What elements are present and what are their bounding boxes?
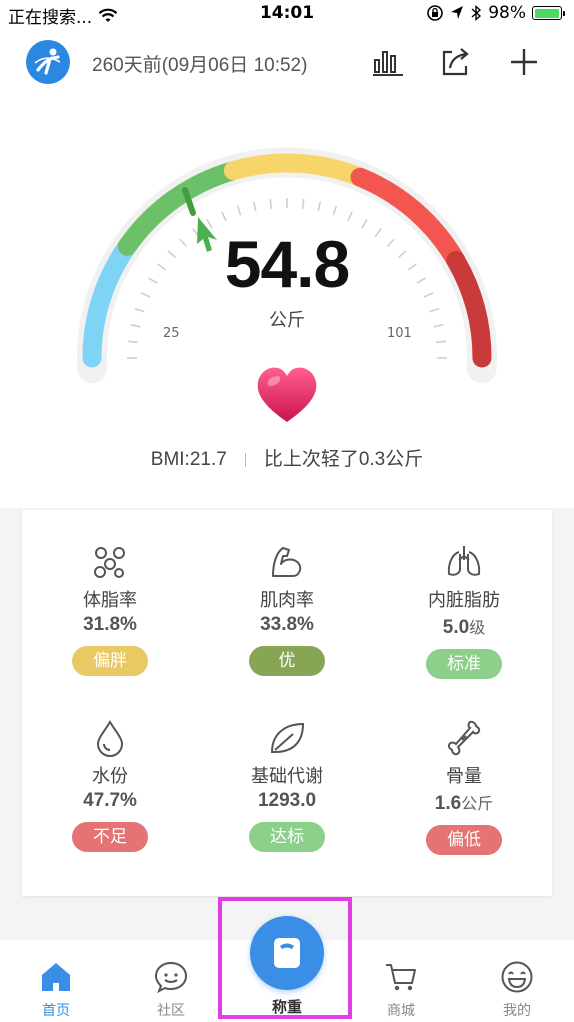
metric-value: 5.0级 [376, 614, 552, 639]
metric-unit: 级 [469, 620, 486, 637]
battery-fill [534, 8, 559, 18]
metric-label: 水份 [92, 766, 128, 787]
runner-logo-icon [34, 48, 61, 75]
gauge-tick [332, 205, 338, 216]
metric-body-fat[interactable]: 体脂率 31.8% 偏胖 [22, 542, 198, 676]
tab-label: 商城 [387, 1003, 415, 1019]
metric-status-badge: 不足 [72, 822, 148, 852]
highlight-box [218, 897, 352, 1019]
battery-icon [532, 6, 565, 20]
metric-number: 33.8% [260, 614, 314, 635]
battery-percent: 98% [488, 3, 526, 23]
gauge-tick [221, 211, 227, 222]
gauge-tick [301, 198, 305, 209]
metric-label: 体脂率 [83, 590, 137, 611]
gauge-range-min: 25 [163, 326, 180, 341]
status-bar: 正在搜索... 14:01 98% [0, 0, 574, 28]
rotation-lock-icon [427, 5, 444, 21]
metric-value: 1.6公斤 [376, 790, 552, 815]
body-metrics-card: 体脂率 31.8% 偏胖 肌肉率 33.8% 优 内脏脂肪 5.0级 标准 水份… [22, 510, 552, 896]
gauge-tick [317, 201, 322, 212]
tab-label: 社区 [157, 1003, 185, 1019]
gauge-tick [127, 340, 138, 344]
weight-panel: 260天前(09月06日 10:52) 54.8 公斤 25 101 BMI:2… [0, 28, 574, 508]
bmi-separator [244, 452, 246, 467]
water-drop-icon [96, 720, 124, 757]
tab-shop[interactable]: 商城 [361, 960, 441, 1020]
gauge-tick [436, 340, 447, 344]
chart-icon[interactable] [370, 44, 406, 80]
gauge-tick [347, 211, 353, 222]
metric-muscle[interactable]: 肌肉率 33.8% 优 [199, 542, 375, 676]
weight-value: 54.8 [224, 227, 350, 301]
muscle-icon [272, 547, 302, 577]
home-icon [42, 963, 70, 991]
header: 260天前(09月06日 10:52) [0, 38, 574, 88]
metric-number: 31.8% [83, 614, 137, 635]
tab-home[interactable]: 首页 [16, 960, 96, 1020]
last-measure-date: 260天前(09月06日 10:52) [92, 55, 308, 76]
app-logo-icon[interactable] [26, 40, 70, 84]
metric-value: 47.7% [22, 790, 198, 812]
chat-bubble-icon [154, 961, 188, 994]
metric-number: 5.0 [442, 617, 470, 638]
metric-number: 47.7% [83, 790, 137, 811]
tab-profile[interactable]: 我的 [477, 960, 557, 1020]
metric-label: 基础代谢 [251, 766, 323, 787]
metric-visceral-fat[interactable]: 内脏脂肪 5.0级 标准 [376, 542, 552, 679]
metric-status-badge: 偏低 [426, 825, 502, 855]
tab-label: 我的 [503, 1003, 531, 1019]
plus-icon[interactable] [506, 44, 542, 80]
metric-status-badge: 达标 [249, 822, 325, 852]
leaf-icon [270, 722, 305, 753]
metric-value: 33.8% [199, 614, 375, 636]
metric-number: 1.6 [434, 793, 462, 814]
metric-status-badge: 偏胖 [72, 646, 148, 676]
metric-status-badge: 标准 [426, 649, 502, 679]
metric-label: 骨量 [446, 766, 482, 787]
gauge-tick [269, 198, 273, 209]
status-right: 98% [426, 3, 565, 23]
lungs-icon [447, 546, 481, 576]
bmi-summary: BMI:21.7 比上次轻了0.3公斤 [0, 444, 574, 471]
metric-value: 31.8% [22, 614, 198, 636]
body-fat-icon [94, 547, 125, 578]
bluetooth-icon [471, 4, 482, 22]
gauge-tick [236, 205, 242, 216]
weight-unit: 公斤 [269, 310, 305, 331]
tab-label: 首页 [42, 1003, 70, 1019]
cart-icon [386, 964, 416, 991]
metric-value: 1293.0 [199, 790, 375, 812]
metric-water[interactable]: 水份 47.7% 不足 [22, 718, 198, 852]
weight-change: 比上次轻了0.3公斤 [263, 449, 424, 470]
metric-bone-mass[interactable]: 骨量 1.6公斤 偏低 [376, 718, 552, 855]
tab-community[interactable]: 社区 [131, 960, 211, 1020]
metric-label: 内脏脂肪 [428, 590, 500, 611]
metric-number: 1293.0 [257, 790, 317, 811]
location-arrow-icon [451, 6, 464, 19]
metric-unit: 公斤 [461, 796, 494, 813]
metric-status-badge: 优 [249, 646, 325, 676]
smiley-icon [501, 961, 533, 993]
metric-label: 肌肉率 [260, 590, 314, 611]
metric-bmr[interactable]: 基础代谢 1293.0 达标 [199, 718, 375, 852]
gauge-range-max: 101 [387, 326, 412, 341]
heart-icon [257, 367, 317, 422]
gauge-tick [252, 201, 257, 212]
bmi-value: BMI:21.7 [150, 449, 227, 470]
bone-icon [447, 720, 481, 756]
share-icon[interactable] [438, 44, 474, 80]
